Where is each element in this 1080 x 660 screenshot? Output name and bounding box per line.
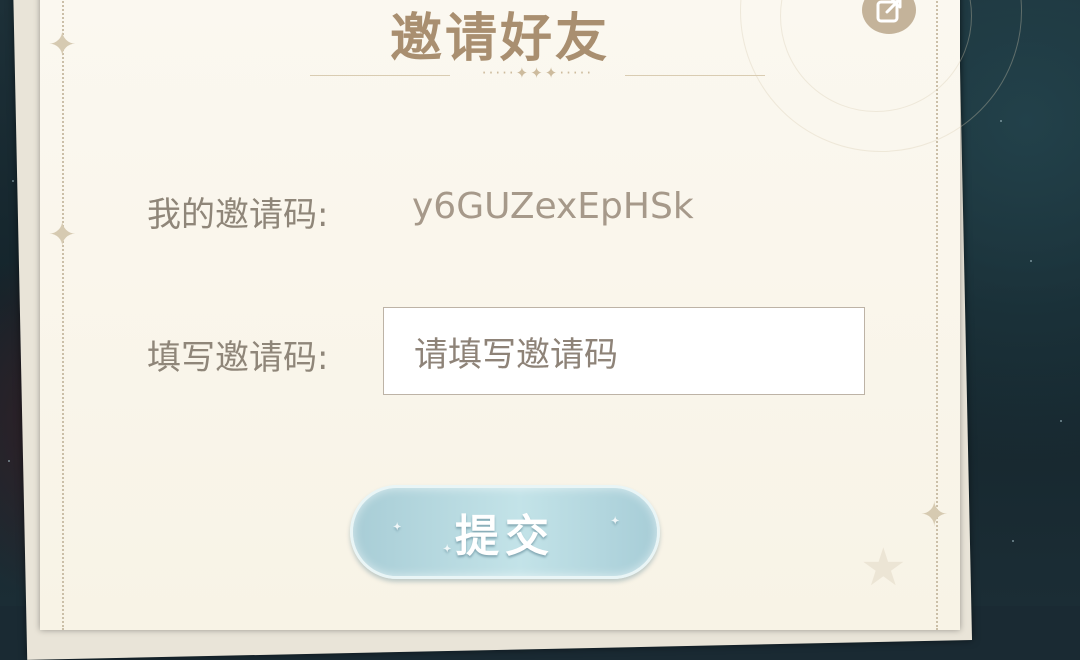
star-icon: ★	[860, 538, 907, 598]
submit-button[interactable]: ✦ ✦ ✦ 提交	[350, 485, 660, 579]
dialog-title: 邀请好友	[389, 8, 610, 69]
sparkle-icon: ✦	[443, 544, 458, 555]
submit-label: 提交	[455, 511, 555, 562]
sparkle-icon: ✦	[611, 516, 626, 527]
invite-friends-dialog: ✦ ✦ ✦ 邀请好友 ·····✦✦✦····· 我的邀请码: y6GUZexE…	[40, 0, 1022, 630]
invite-code-placeholder: 请填写邀请码	[414, 334, 618, 375]
divider-ornament: ·····✦✦✦·····	[481, 64, 594, 82]
sparkle-icon: ✦	[393, 522, 408, 533]
title-divider: ·····✦✦✦·····	[310, 64, 765, 82]
my-code-label: 我的邀请码:	[147, 195, 329, 235]
my-code-value: y6GUZexEpHSk	[412, 186, 694, 227]
share-external-icon	[876, 0, 902, 23]
invite-code-input[interactable]: 请填写邀请码	[383, 307, 865, 395]
sparkle-icon: ✦	[48, 215, 77, 255]
left-dotted-border	[62, 0, 64, 630]
enter-code-label: 填写邀请码:	[147, 338, 329, 378]
sparkle-icon: ✦	[920, 495, 949, 535]
